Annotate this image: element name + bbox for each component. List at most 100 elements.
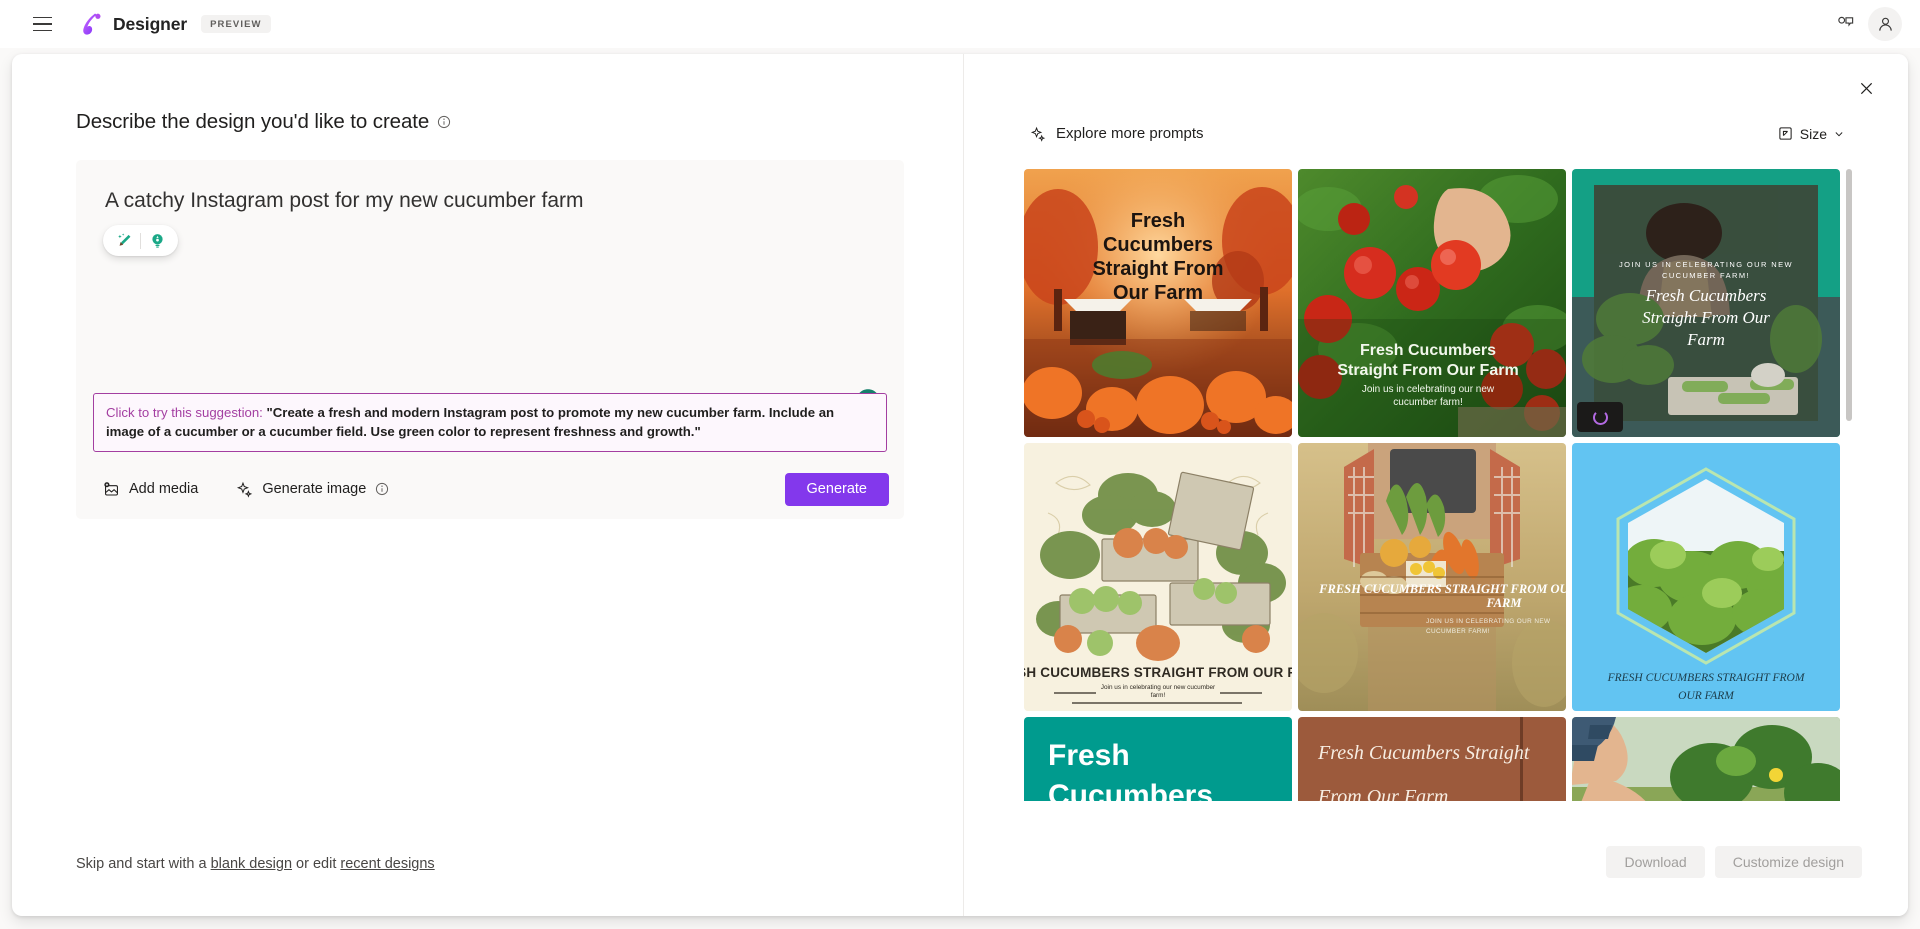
add-media-button[interactable]: Add media <box>95 475 206 504</box>
account-person-icon[interactable] <box>1868 7 1902 41</box>
prompt-suggestion[interactable]: Click to try this suggestion: "Create a … <box>93 392 887 452</box>
generate-image-button[interactable]: Generate image <box>228 475 397 504</box>
svg-text:farm!: farm! <box>1151 692 1166 699</box>
feedback-chat-icon[interactable] <box>1828 7 1862 41</box>
explore-more-prompts-button[interactable]: Explore more prompts <box>1024 120 1210 147</box>
loading-badge <box>1577 402 1623 432</box>
results-header: Explore more prompts Size <box>1010 54 1862 147</box>
info-icon[interactable] <box>437 115 451 129</box>
footer-prefix: Skip and start with a <box>76 856 211 872</box>
svg-text:Cucumbers: Cucumbers <box>1103 234 1213 256</box>
svg-text:Our Farm: Our Farm <box>1113 282 1203 304</box>
results-pane: Explore more prompts Size Fresh Cucumber… <box>964 54 1908 916</box>
design-result-4[interactable]: FRESH CUCUMBERS STRAIGHT FROM OUR FARM J… <box>1024 443 1292 711</box>
download-button[interactable]: Download <box>1606 846 1705 878</box>
magic-pencil-glyph <box>117 233 130 247</box>
hamburger-menu-icon[interactable] <box>22 4 62 44</box>
svg-text:Fresh Cucumbers Straight: Fresh Cucumbers Straight <box>1317 742 1530 764</box>
svg-text:OUR FARM: OUR FARM <box>1678 690 1735 702</box>
thumb-art-orange-market: Fresh Cucumbers Straight From Our Farm <box>1024 169 1292 437</box>
svg-text:From Our Farm: From Our Farm <box>1317 786 1448 801</box>
design-result-1[interactable]: Fresh Cucumbers Straight From Our Farm <box>1024 169 1292 437</box>
svg-text:JOIN US IN CELEBRATING OUR NEW: JOIN US IN CELEBRATING OUR NEW <box>1619 260 1793 269</box>
preview-badge: PREVIEW <box>201 15 271 33</box>
scrollbar-thumb[interactable] <box>1846 169 1852 421</box>
suggestion-label: Click to try this suggestion: <box>106 404 263 420</box>
svg-text:Straight From Our: Straight From Our <box>1642 308 1770 327</box>
magic-pencil-icon[interactable] <box>108 227 140 254</box>
page-title-text: Describe the design you'd like to create <box>76 110 430 133</box>
results-scrollbar[interactable] <box>1846 169 1852 801</box>
brand-name: Designer <box>113 13 188 34</box>
thumb-art-tomato-photo: Fresh Cucumbers Straight From Our Farm J… <box>1298 169 1566 437</box>
recent-designs-link[interactable]: recent designs <box>340 856 434 872</box>
design-result-5[interactable]: FRESH CUCUMBERS STRAIGHT FROM OUR FARM J… <box>1298 443 1566 711</box>
svg-text:CUCUMBER FARM!: CUCUMBER FARM! <box>1662 271 1750 280</box>
footer-middle: or edit <box>292 856 341 872</box>
svg-text:Fresh Cucumbers: Fresh Cucumbers <box>1360 342 1496 359</box>
svg-text:Fresh Cucumbers: Fresh Cucumbers <box>1645 286 1767 305</box>
svg-text:CUCUMBER FARM!: CUCUMBER FARM! <box>1426 628 1490 635</box>
svg-text:FRESH CUCUMBERS STRAIGHT FROM: FRESH CUCUMBERS STRAIGHT FROM <box>1607 672 1806 684</box>
design-result-8[interactable]: Fresh Cucumbers Straight From Our Farm <box>1298 717 1566 801</box>
svg-text:JOIN US IN CELEBRATING OUR NEW: JOIN US IN CELEBRATING OUR NEW <box>1426 618 1551 625</box>
svg-text:Cucumbers: Cucumbers <box>1048 779 1213 801</box>
prompt-pane: Describe the design you'd like to create… <box>12 54 964 916</box>
svg-text:Fresh: Fresh <box>1131 210 1185 232</box>
size-label: Size <box>1799 125 1827 142</box>
svg-text:FRESH CUCUMBERS STRAIGHT FROM: FRESH CUCUMBERS STRAIGHT FROM OUR FARM <box>1024 665 1292 680</box>
thumb-art-blue-hexagon: FRESH CUCUMBERS STRAIGHT FROM OUR FARM <box>1572 443 1840 711</box>
designer-logo-icon <box>83 13 101 35</box>
brand[interactable]: Designer <box>78 11 187 37</box>
app-bar: Designer PREVIEW <box>0 0 1920 48</box>
sparkle-icon <box>237 481 253 498</box>
size-selector[interactable]: Size <box>1770 121 1852 147</box>
thumb-art-harvest-photo <box>1572 717 1840 801</box>
results-grid: Fresh Cucumbers Straight From Our Farm F… <box>1024 169 1840 801</box>
design-result-9[interactable] <box>1572 717 1840 801</box>
svg-text:FARM: FARM <box>1486 596 1523 610</box>
composer-toolbar: Add media Generate image Generate <box>77 460 903 518</box>
prompt-composer[interactable]: A catchy Instagram post for my new cucum… <box>76 160 904 519</box>
design-result-2[interactable]: Fresh Cucumbers Straight From Our Farm J… <box>1298 169 1566 437</box>
design-result-6[interactable]: FRESH CUCUMBERS STRAIGHT FROM OUR FARM <box>1572 443 1840 711</box>
main-surface: Describe the design you'd like to create… <box>12 54 1908 916</box>
svg-text:Fresh: Fresh <box>1048 739 1130 772</box>
sparkle-icon <box>1030 126 1046 142</box>
explore-label: Explore more prompts <box>1056 125 1204 142</box>
info-icon[interactable] <box>375 482 389 496</box>
add-image-icon <box>104 481 118 496</box>
lightbulb-glyph <box>151 234 163 248</box>
thumb-art-farmer-crate: FRESH CUCUMBERS STRAIGHT FROM OUR FARM J… <box>1298 443 1566 711</box>
thumb-art-teal-block: Fresh Cucumbers <box>1024 717 1292 801</box>
svg-text:Join us in celebrating our new: Join us in celebrating our new <box>1362 384 1495 395</box>
svg-text:Join us in celebrating our new: Join us in celebrating our new cucumber <box>1101 684 1216 691</box>
thumb-art-teal-frame: JOIN US IN CELEBRATING OUR NEW CUCUMBER … <box>1572 169 1840 437</box>
add-media-label: Add media <box>129 481 199 497</box>
close-icon[interactable] <box>1850 72 1882 104</box>
svg-text:Straight From: Straight From <box>1092 258 1223 280</box>
results-actions: Download Customize design <box>1606 846 1862 878</box>
loading-spinner-icon <box>1592 409 1608 425</box>
results-grid-wrapper: Fresh Cucumbers Straight From Our Farm F… <box>1024 169 1852 801</box>
lightbulb-icon[interactable] <box>141 227 173 254</box>
svg-text:Farm: Farm <box>1686 330 1725 349</box>
svg-text:Straight From Our Farm: Straight From Our Farm <box>1337 362 1518 379</box>
design-result-3[interactable]: JOIN US IN CELEBRATING OUR NEW CUCUMBER … <box>1572 169 1840 437</box>
prompt-input[interactable]: A catchy Instagram post for my new cucum… <box>77 161 903 215</box>
generate-image-label: Generate image <box>262 481 367 497</box>
generate-button[interactable]: Generate <box>784 472 889 506</box>
appbar-actions <box>1828 7 1902 41</box>
customize-design-button[interactable]: Customize design <box>1714 846 1862 878</box>
resize-icon <box>1779 127 1792 140</box>
page-title: Describe the design you'd like to create <box>76 110 899 134</box>
chevron-down-icon <box>1835 131 1843 136</box>
thumb-art-brown-script: Fresh Cucumbers Straight From Our Farm <box>1298 717 1566 801</box>
thumb-art-vintage: FRESH CUCUMBERS STRAIGHT FROM OUR FARM J… <box>1024 443 1292 711</box>
skip-footer: Skip and start with a blank design or ed… <box>76 856 435 872</box>
design-result-7[interactable]: Fresh Cucumbers <box>1024 717 1292 801</box>
blank-design-link[interactable]: blank design <box>211 856 292 872</box>
svg-text:FRESH CUCUMBERS STRAIGHT FROM: FRESH CUCUMBERS STRAIGHT FROM OUR <box>1318 582 1566 596</box>
prompt-tool-chips <box>103 225 903 257</box>
svg-text:cucumber farm!: cucumber farm! <box>1393 397 1462 408</box>
